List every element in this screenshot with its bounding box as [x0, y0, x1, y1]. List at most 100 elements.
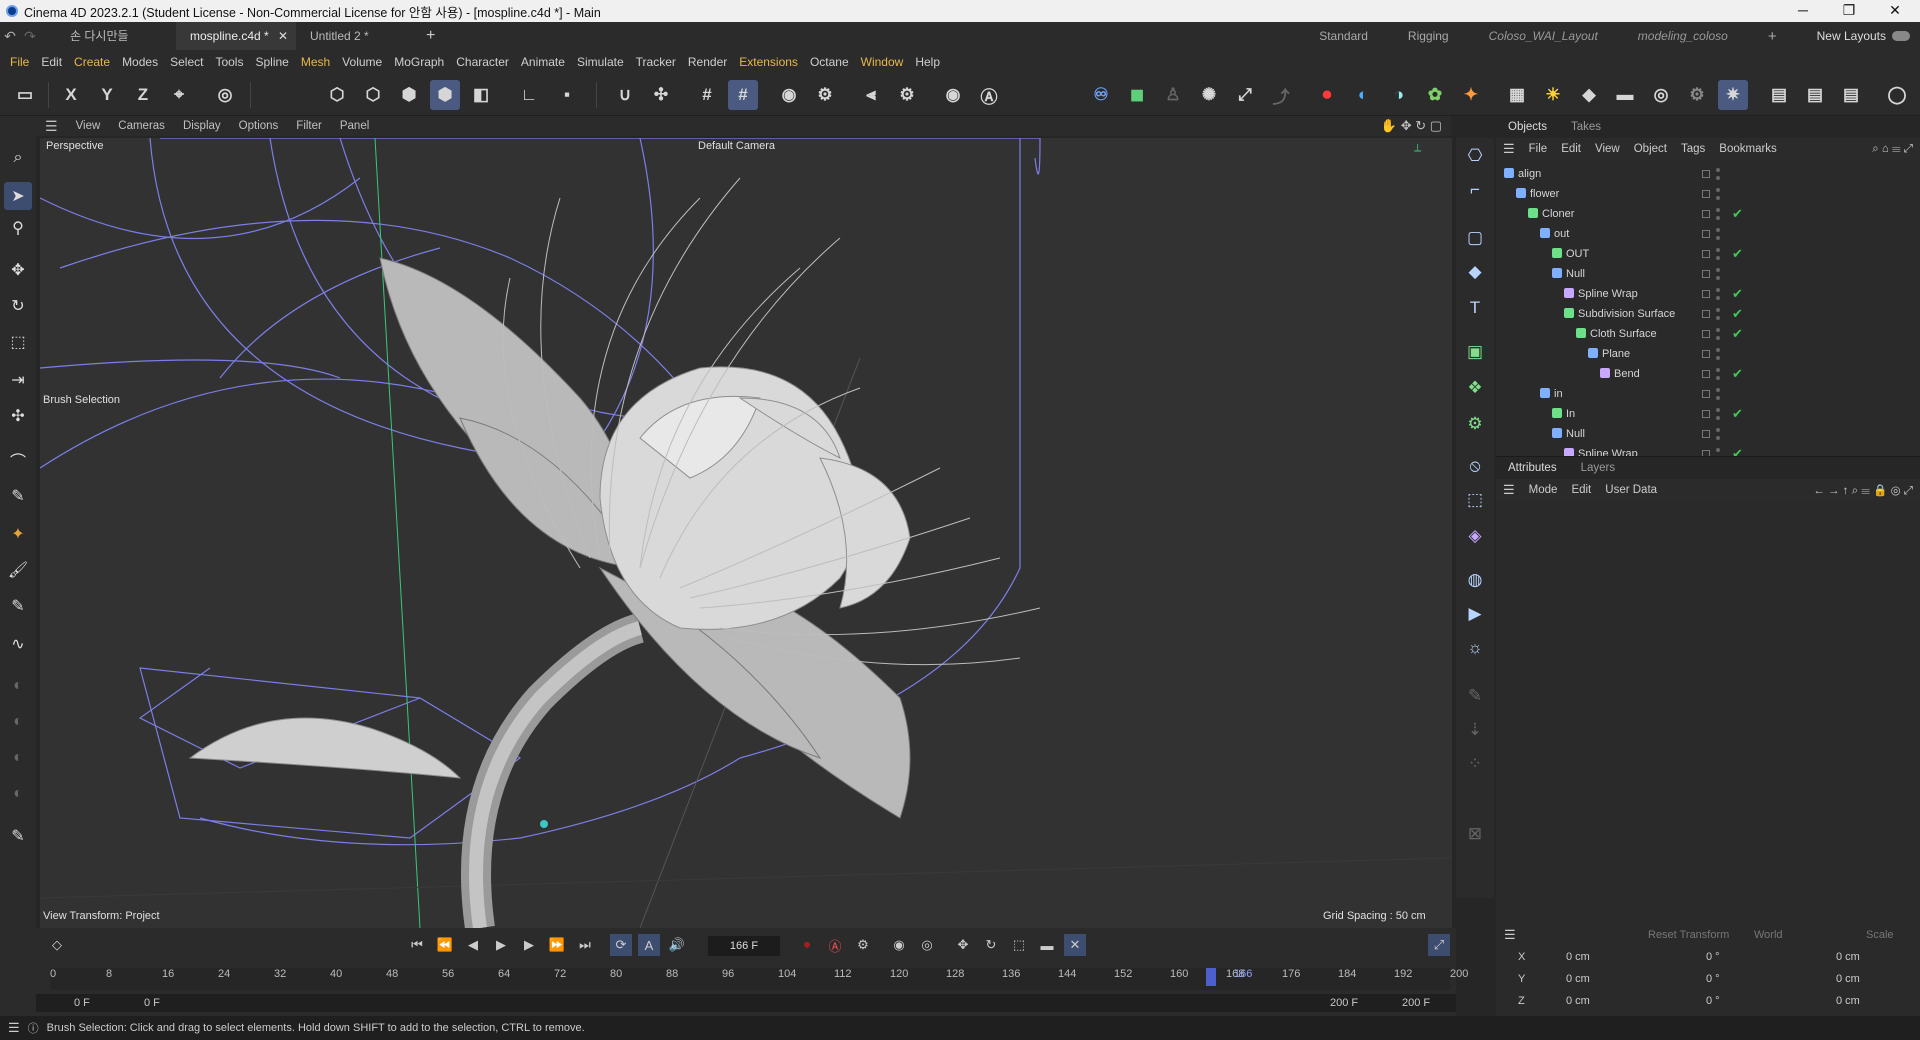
preview-start-field[interactable]: 0 F — [144, 997, 160, 1009]
space-dropdown[interactable]: World — [1754, 929, 1783, 941]
layer-checkbox[interactable] — [1702, 390, 1710, 398]
layer-checkbox[interactable] — [1702, 330, 1710, 338]
attributes-nav-icons[interactable]: ← → ↑ ⌕ ☰ 🔒 ◎ ⤢ — [1806, 483, 1920, 498]
layout-toggle[interactable] — [1892, 31, 1910, 41]
symmetry-icon[interactable]: ⫷ — [856, 80, 886, 110]
undo-icon[interactable]: ↶ — [0, 28, 20, 45]
grid-snap-icon[interactable]: # — [692, 80, 722, 110]
close-button[interactable]: ✕ — [1872, 0, 1918, 22]
snap-target-icon[interactable]: ◎ — [210, 80, 240, 110]
minimize-button[interactable]: ─ — [1780, 0, 1826, 22]
enabled-check-icon[interactable]: ✔ — [1732, 244, 1743, 264]
object-row[interactable]: Plane — [1496, 344, 1920, 364]
menu-mograph[interactable]: MoGraph — [388, 55, 450, 69]
viewport-menu-cameras[interactable]: Cameras — [109, 120, 174, 132]
render-settings-icon[interactable]: ▤ — [1836, 80, 1866, 110]
viewport-nav-icons[interactable]: ✋ ✥ ↻ ▢ — [1372, 118, 1451, 134]
object-row[interactable]: Spline Wrap ✔ — [1496, 284, 1920, 304]
layer-checkbox[interactable] — [1702, 270, 1710, 278]
object-row[interactable]: Subdivision Surface ✔ — [1496, 304, 1920, 324]
playhead[interactable] — [1206, 968, 1216, 986]
reset-transform-button[interactable]: Reset Transform — [1648, 929, 1729, 941]
area-light-icon[interactable]: ▬ — [1610, 80, 1640, 110]
visibility-dots-icon[interactable] — [1716, 348, 1720, 360]
layer-checkbox[interactable] — [1702, 170, 1710, 178]
fan-icon[interactable]: ✷ — [1718, 80, 1748, 110]
tab-document-untitled[interactable]: Untitled 2 * — [296, 22, 416, 50]
menu-extensions[interactable]: Extensions — [733, 55, 804, 69]
restore-button[interactable]: ❐ — [1826, 0, 1872, 22]
size-z-field[interactable]: 0 cm — [1836, 995, 1860, 1007]
render-picture-icon[interactable]: ▤ — [1800, 80, 1830, 110]
layer-checkbox[interactable] — [1702, 350, 1710, 358]
help-ring-icon[interactable]: ◯ — [1882, 80, 1912, 110]
coordinate-system-icon[interactable]: ⌖ — [164, 80, 194, 110]
attributes-hamburger-icon[interactable]: ☰ — [1496, 482, 1522, 498]
object-row[interactable]: Null — [1496, 264, 1920, 284]
axis-mode-icon[interactable]: ∟ — [514, 80, 544, 110]
visibility-dots-icon[interactable] — [1716, 288, 1720, 300]
visibility-dots-icon[interactable] — [1716, 248, 1720, 260]
layer-checkbox[interactable] — [1702, 210, 1710, 218]
position-y-field[interactable]: 0 cm — [1566, 973, 1590, 985]
menu-select[interactable]: Select — [164, 55, 209, 69]
object-row[interactable]: flower — [1496, 184, 1920, 204]
lock-y-button[interactable]: Y — [92, 80, 122, 110]
position-z-field[interactable]: 0 cm — [1566, 995, 1590, 1007]
cube-icon[interactable]: ◆ — [1461, 258, 1489, 286]
light-icon[interactable]: ☼ — [1461, 634, 1489, 662]
objects-hamburger-icon[interactable]: ☰ — [1496, 141, 1522, 157]
loop-icon[interactable]: ⟳ — [610, 934, 632, 956]
previous-frame-icon[interactable]: ◀ — [462, 934, 484, 956]
status-menu-icon[interactable]: ☰ — [0, 1020, 28, 1036]
clapboard-icon[interactable]: ▭ — [10, 80, 40, 110]
objects-menu-object[interactable]: Object — [1627, 143, 1674, 155]
key-pla-icon[interactable]: ⬚ — [1008, 934, 1030, 956]
next-key-icon[interactable]: ⏩ — [546, 934, 568, 956]
coords-hamburger-icon[interactable]: ☰ — [1496, 927, 1524, 943]
menu-help[interactable]: Help — [909, 55, 946, 69]
menu-mesh[interactable]: Mesh — [295, 55, 336, 69]
octane-render-icon[interactable]: ◐ — [1348, 80, 1378, 110]
visibility-dots-icon[interactable] — [1716, 388, 1720, 400]
objects-menu-bookmarks[interactable]: Bookmarks — [1712, 143, 1784, 155]
attributes-menu-mode[interactable]: Mode — [1522, 484, 1565, 496]
visibility-dots-icon[interactable] — [1716, 228, 1720, 240]
knife-tool-icon[interactable]: ✎ — [4, 592, 32, 620]
volume-icon[interactable]: ◈ — [1461, 522, 1489, 550]
checker-icon[interactable]: ▦ — [1502, 80, 1532, 110]
viewport-menu-display[interactable]: Display — [174, 120, 230, 132]
viewport-menu-filter[interactable]: Filter — [287, 120, 331, 132]
layout-coloso-wai[interactable]: Coloso_WAI_Layout — [1469, 29, 1618, 43]
snap-enable-icon[interactable]: # — [728, 80, 758, 110]
menu-simulate[interactable]: Simulate — [571, 55, 630, 69]
enabled-check-icon[interactable]: ✔ — [1732, 404, 1743, 424]
menu-render[interactable]: Render — [682, 55, 733, 69]
visibility-dots-icon[interactable] — [1716, 208, 1720, 220]
move-tool-icon[interactable]: ✥ — [4, 256, 32, 284]
object-row[interactable]: out — [1496, 224, 1920, 244]
menu-window[interactable]: Window — [855, 55, 910, 69]
current-frame-field[interactable]: 166 F — [708, 936, 780, 956]
menu-create[interactable]: Create — [68, 55, 116, 69]
null-object-icon[interactable]: ⎔ — [1461, 142, 1489, 170]
tab-layers[interactable]: Layers — [1569, 462, 1628, 474]
rotation-z-field[interactable]: 0 ° — [1706, 995, 1720, 1007]
menu-spline[interactable]: Spline — [249, 55, 294, 69]
timeline-ruler[interactable]: 0 8 16 24 32 40 48 56 64 72 80 88 96 104 112 120 128 136 1… — [50, 968, 1468, 990]
object-row[interactable]: Bend ✔ — [1496, 364, 1920, 384]
layer-checkbox[interactable] — [1702, 310, 1710, 318]
viewport-menu-view[interactable]: View — [67, 120, 110, 132]
go-to-end-icon[interactable]: ⏭ — [574, 934, 596, 956]
cloner-icon[interactable]: ❖ — [1461, 374, 1489, 402]
layer-checkbox[interactable] — [1702, 410, 1710, 418]
size-x-field[interactable]: 0 cm — [1836, 951, 1860, 963]
tab-attributes[interactable]: Attributes — [1496, 462, 1569, 474]
object-row[interactable]: align — [1496, 164, 1920, 184]
viewport-menu-panel[interactable]: Panel — [331, 120, 378, 132]
enabled-check-icon[interactable]: ✔ — [1732, 284, 1743, 304]
target-icon[interactable]: ◎ — [1646, 80, 1676, 110]
export-icon[interactable]: ⤴ — [1266, 80, 1296, 110]
menu-octane[interactable]: Octane — [804, 55, 855, 69]
cube-green-icon[interactable]: ◼ — [1122, 80, 1152, 110]
